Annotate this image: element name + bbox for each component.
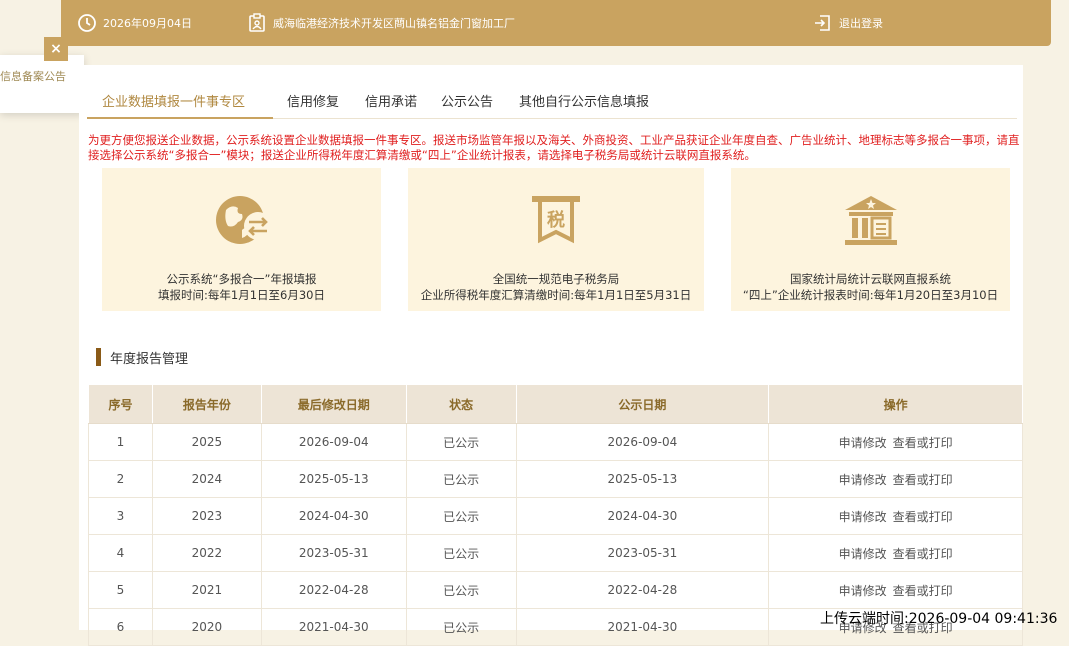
notice-text: 为更方便您报送企业数据，公示系统设置企业数据填报一件事专区。报送市场监管年报以及…: [88, 133, 1020, 162]
cell-status: 已公示: [405, 497, 517, 535]
tab-announcements[interactable]: 公示公告: [441, 91, 493, 110]
apply-modify-link[interactable]: 申请修改: [839, 584, 887, 598]
card-title: 公示系统“多报合一”年报填报: [166, 272, 317, 286]
table-header-row: 序号 报告年份 最后修改日期 状态 公示日期 操作: [88, 384, 1023, 424]
view-print-link[interactable]: 查看或打印: [893, 547, 953, 561]
cell-year: 2023: [151, 497, 262, 535]
side-notice-panel[interactable]: 信息备案公告: [0, 55, 84, 113]
header-publish-date: 公示日期: [515, 384, 770, 424]
cell-year: 2024: [151, 460, 262, 498]
cell-year: 2025: [151, 423, 262, 461]
apply-modify-link[interactable]: 申请修改: [839, 547, 887, 561]
cell-modified: 2023-05-31: [260, 534, 407, 572]
cell-actions: 申请修改 查看或打印: [768, 534, 1023, 572]
cell-modified: 2022-04-28: [260, 571, 407, 609]
header-actions: 操作: [768, 384, 1023, 424]
cell-status: 已公示: [405, 608, 517, 646]
cell-publish-date: 2021-04-30: [515, 608, 770, 646]
side-notice-text[interactable]: 信息备案公告: [0, 68, 66, 84]
card-period: 企业所得税年度汇算清缴时间:每年1月1日至5月31日: [420, 288, 692, 302]
table-row: 1 2025 2026-09-04 已公示 2026-09-04 申请修改 查看或…: [88, 423, 1023, 461]
tab-credit-repair[interactable]: 信用修复: [287, 91, 339, 110]
tab-bar: 企业数据填报一件事专区 信用修复 信用承诺 公示公告 其他自行公示信息填报: [79, 65, 1023, 119]
card-period: 填报时间:每年1月1日至6月30日: [158, 288, 325, 302]
current-date: 2026年09月04日: [103, 17, 192, 30]
badge-icon: [249, 13, 265, 32]
cell-status: 已公示: [405, 460, 517, 498]
table-row: 2 2024 2025-05-13 已公示 2025-05-13 申请修改 查看或…: [88, 460, 1023, 498]
logout-button[interactable]: 退出登录: [813, 0, 883, 46]
cell-actions: 申请修改 查看或打印: [768, 571, 1023, 609]
government-building-icon: [844, 196, 897, 245]
cell-modified: 2025-05-13: [260, 460, 407, 498]
cell-modified: 2024-04-30: [260, 497, 407, 535]
view-print-link[interactable]: 查看或打印: [893, 436, 953, 450]
cell-index: 1: [88, 423, 153, 461]
apply-modify-link[interactable]: 申请修改: [839, 510, 887, 524]
tab-other-filing[interactable]: 其他自行公示信息填报: [519, 91, 649, 110]
card-title: 全国统一规范电子税务局: [492, 272, 620, 286]
cell-year: 2020: [151, 608, 262, 646]
cell-index: 3: [88, 497, 153, 535]
tax-icon-glyph: 税: [547, 209, 565, 231]
cell-year: 2021: [151, 571, 262, 609]
tab-data-filing[interactable]: 企业数据填报一件事专区: [102, 91, 245, 110]
card-title: 国家统计局统计云联网直报系统: [790, 272, 951, 286]
cell-index: 4: [88, 534, 153, 572]
card-multi-report[interactable]: 公示系统“多报合一”年报填报 填报时间:每年1月1日至6月30日: [102, 168, 381, 311]
apply-modify-link[interactable]: 申请修改: [839, 436, 887, 450]
close-icon[interactable]: ×: [44, 37, 68, 61]
view-print-link[interactable]: 查看或打印: [893, 584, 953, 598]
cell-index: 6: [88, 608, 153, 646]
apply-modify-link[interactable]: 申请修改: [839, 473, 887, 487]
cell-status: 已公示: [405, 571, 517, 609]
cell-index: 5: [88, 571, 153, 609]
table-row: 4 2022 2023-05-31 已公示 2023-05-31 申请修改 查看或…: [88, 534, 1023, 572]
annual-report-table: 序号 报告年份 最后修改日期 状态 公示日期 操作 1 2025 2026-09…: [88, 384, 1023, 646]
cell-status: 已公示: [405, 534, 517, 572]
card-period: “四上”企业统计报表时间:每年1月20日至3月10日: [742, 288, 999, 302]
cell-publish-date: 2024-04-30: [515, 497, 770, 535]
section-title: 年度报告管理: [96, 348, 189, 367]
upload-timestamp: 上传云端时间:2026-09-04 09:41:36: [820, 611, 1058, 627]
header-status: 状态: [405, 384, 517, 424]
cell-year: 2022: [151, 534, 262, 572]
header-year: 报告年份: [151, 384, 262, 424]
section-title-text: 年度报告管理: [110, 351, 189, 367]
logout-label: 退出登录: [839, 17, 883, 30]
tab-credit-promise[interactable]: 信用承诺: [365, 91, 417, 110]
cell-actions: 申请修改 查看或打印: [768, 423, 1023, 461]
cell-publish-date: 2023-05-31: [515, 534, 770, 572]
clock-icon: [78, 14, 96, 32]
cell-modified: 2021-04-30: [260, 608, 407, 646]
cell-actions: 申请修改 查看或打印: [768, 460, 1023, 498]
section-marker: [96, 348, 101, 366]
active-tab-indicator: [87, 117, 273, 119]
header-index: 序号: [88, 384, 153, 424]
card-statistics[interactable]: 国家统计局统计云联网直报系统 “四上”企业统计报表时间:每年1月20日至3月10…: [731, 168, 1010, 311]
view-print-link[interactable]: 查看或打印: [893, 510, 953, 524]
table-row: 5 2021 2022-04-28 已公示 2022-04-28 申请修改 查看或…: [88, 571, 1023, 609]
view-print-link[interactable]: 查看或打印: [893, 473, 953, 487]
date-display: 2026年09月04日: [77, 0, 192, 46]
main-panel: 企业数据填报一件事专区 信用修复 信用承诺 公示公告 其他自行公示信息填报 为更…: [79, 65, 1023, 646]
globe-exchange-icon: [215, 196, 272, 244]
cell-actions: 申请修改 查看或打印: [768, 497, 1023, 535]
cell-publish-date: 2025-05-13: [515, 460, 770, 498]
cell-publish-date: 2026-09-04: [515, 423, 770, 461]
card-e-tax[interactable]: 税 全国统一规范电子税务局 企业所得税年度汇算清缴时间:每年1月1日至5月31日: [408, 168, 704, 311]
cell-modified: 2026-09-04: [260, 423, 407, 461]
top-header-bar: 2026年09月04日 威海临港经济技术开发区蔄山镇名铝金门窗加工厂 退出登录: [61, 0, 1051, 46]
cell-publish-date: 2022-04-28: [515, 571, 770, 609]
company-display: 威海临港经济技术开发区蔄山镇名铝金门窗加工厂: [247, 0, 515, 46]
company-name: 威海临港经济技术开发区蔄山镇名铝金门窗加工厂: [273, 17, 515, 30]
header-modified: 最后修改日期: [260, 384, 407, 424]
cell-status: 已公示: [405, 423, 517, 461]
table-row: 3 2023 2024-04-30 已公示 2024-04-30 申请修改 查看或…: [88, 497, 1023, 535]
tax-icon: 税: [532, 196, 580, 244]
cell-index: 2: [88, 460, 153, 498]
logout-icon: [815, 15, 830, 31]
